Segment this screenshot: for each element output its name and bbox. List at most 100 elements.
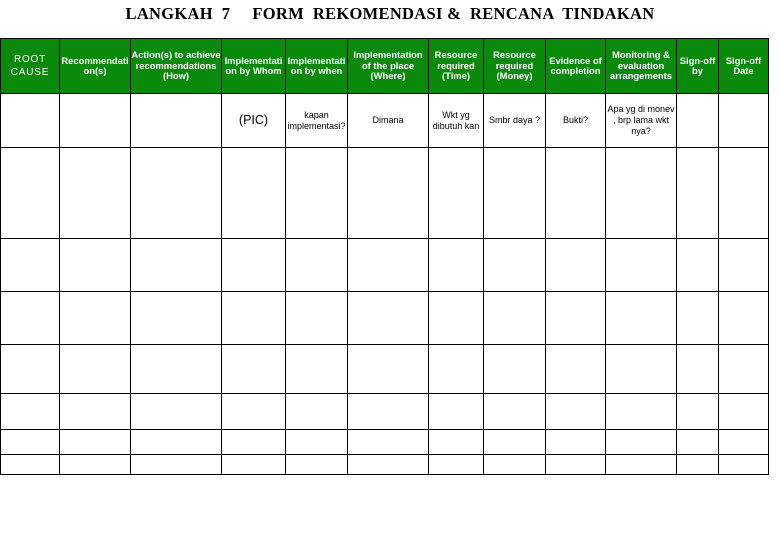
cell-root-cause[interactable] — [0, 238, 60, 292]
cell-signoff-date[interactable] — [718, 291, 769, 345]
cell-evidence[interactable] — [545, 238, 606, 292]
cell-resource-money[interactable] — [483, 291, 546, 345]
cell-implementation-by-whom[interactable] — [221, 147, 286, 239]
cell-root-cause[interactable] — [0, 344, 60, 394]
cell-resource-time[interactable] — [428, 147, 484, 239]
cell-implementation-by-when[interactable] — [285, 393, 348, 430]
cell-resource-time[interactable]: Wkt yg dibutuh kan — [428, 93, 484, 148]
cell-evidence[interactable] — [545, 291, 606, 345]
cell-resource-money[interactable] — [483, 344, 546, 394]
cell-implementation-by-whom[interactable]: (PIC) — [221, 93, 286, 148]
cell-actions[interactable] — [130, 393, 222, 430]
cell-signoff-date[interactable] — [718, 454, 769, 475]
cell-monitoring[interactable] — [605, 393, 677, 430]
cell-resource-time[interactable] — [428, 238, 484, 292]
cell-actions[interactable] — [130, 238, 222, 292]
cell-signoff-by[interactable] — [676, 344, 719, 394]
cell-implementation-place[interactable] — [347, 429, 429, 455]
cell-implementation-place[interactable] — [347, 147, 429, 239]
cell-implementation-by-whom[interactable] — [221, 291, 286, 345]
cell-monitoring[interactable] — [605, 429, 677, 455]
cell-resource-time[interactable] — [428, 344, 484, 394]
cell-implementation-by-whom[interactable] — [221, 429, 286, 455]
cell-recommendations[interactable] — [59, 291, 131, 345]
cell-implementation-by-when[interactable]: kapan implementasi? — [285, 93, 348, 148]
cell-recommendations[interactable] — [59, 238, 131, 292]
cell-implementation-by-when[interactable] — [285, 429, 348, 455]
cell-recommendations[interactable] — [59, 429, 131, 455]
cell-monitoring[interactable] — [605, 291, 677, 345]
cell-recommendations[interactable] — [59, 93, 131, 148]
cell-monitoring[interactable] — [605, 147, 677, 239]
cell-evidence[interactable] — [545, 429, 606, 455]
cell-implementation-place[interactable]: Dimana — [347, 93, 429, 148]
cell-signoff-by[interactable] — [676, 238, 719, 292]
cell-resource-money[interactable] — [483, 238, 546, 292]
cell-signoff-date[interactable] — [718, 344, 769, 394]
cell-implementation-by-whom[interactable] — [221, 238, 286, 292]
cell-implementation-by-when[interactable] — [285, 238, 348, 292]
cell-resource-time[interactable] — [428, 454, 484, 475]
cell-evidence[interactable] — [545, 454, 606, 475]
cell-resource-time[interactable] — [428, 429, 484, 455]
cell-implementation-by-whom[interactable] — [221, 393, 286, 430]
cell-signoff-date[interactable] — [718, 393, 769, 430]
cell-root-cause[interactable] — [0, 93, 60, 148]
cell-evidence[interactable]: Bukti? — [545, 93, 606, 148]
cell-resource-money[interactable] — [483, 393, 546, 430]
cell-implementation-place[interactable] — [347, 238, 429, 292]
cell-root-cause[interactable] — [0, 393, 60, 430]
cell-root-cause[interactable] — [0, 291, 60, 345]
cell-resource-money[interactable]: Smbr daya ? — [483, 93, 546, 148]
cell-implementation-place[interactable] — [347, 393, 429, 430]
cell-monitoring[interactable] — [605, 238, 677, 292]
column-header-root-cause: ROOT CAUSE — [0, 38, 60, 94]
cell-signoff-date[interactable] — [718, 93, 769, 148]
cell-actions[interactable] — [130, 147, 222, 239]
table-header-row: ROOT CAUSE Recommendation(s) Action(s) t… — [0, 38, 769, 94]
cell-resource-time[interactable] — [428, 393, 484, 430]
cell-root-cause[interactable] — [0, 147, 60, 239]
cell-signoff-by[interactable] — [676, 291, 719, 345]
cell-implementation-by-when[interactable] — [285, 291, 348, 345]
cell-implementation-place[interactable] — [347, 344, 429, 394]
cell-actions[interactable] — [130, 429, 222, 455]
cell-signoff-date[interactable] — [718, 429, 769, 455]
cell-implementation-by-when[interactable] — [285, 344, 348, 394]
cell-root-cause[interactable] — [0, 429, 60, 455]
cell-evidence[interactable] — [545, 147, 606, 239]
cell-signoff-date[interactable] — [718, 238, 769, 292]
cell-evidence[interactable] — [545, 344, 606, 394]
cell-root-cause[interactable] — [0, 454, 60, 475]
cell-implementation-by-when[interactable] — [285, 147, 348, 239]
cell-recommendations[interactable] — [59, 454, 131, 475]
cell-actions[interactable] — [130, 291, 222, 345]
cell-implementation-place[interactable] — [347, 291, 429, 345]
cell-resource-money[interactable] — [483, 454, 546, 475]
cell-implementation-by-when[interactable] — [285, 454, 348, 475]
cell-resource-time[interactable] — [428, 291, 484, 345]
cell-signoff-by[interactable] — [676, 454, 719, 475]
cell-signoff-by[interactable] — [676, 147, 719, 239]
table-row — [0, 238, 769, 292]
column-header-signoff-date: Sign-off Date — [718, 38, 769, 94]
cell-resource-money[interactable] — [483, 429, 546, 455]
cell-implementation-place[interactable] — [347, 454, 429, 475]
cell-resource-money[interactable] — [483, 147, 546, 239]
cell-monitoring[interactable] — [605, 454, 677, 475]
cell-signoff-date[interactable] — [718, 147, 769, 239]
cell-recommendations[interactable] — [59, 393, 131, 430]
cell-actions[interactable] — [130, 454, 222, 475]
cell-signoff-by[interactable] — [676, 429, 719, 455]
cell-evidence[interactable] — [545, 393, 606, 430]
cell-actions[interactable] — [130, 93, 222, 148]
cell-recommendations[interactable] — [59, 344, 131, 394]
cell-signoff-by[interactable] — [676, 393, 719, 430]
cell-implementation-by-whom[interactable] — [221, 454, 286, 475]
cell-recommendations[interactable] — [59, 147, 131, 239]
cell-actions[interactable] — [130, 344, 222, 394]
cell-signoff-by[interactable] — [676, 93, 719, 148]
cell-implementation-by-whom[interactable] — [221, 344, 286, 394]
cell-monitoring[interactable] — [605, 344, 677, 394]
cell-monitoring[interactable]: Apa yg di monev , brp lama wkt nya? — [605, 93, 677, 148]
